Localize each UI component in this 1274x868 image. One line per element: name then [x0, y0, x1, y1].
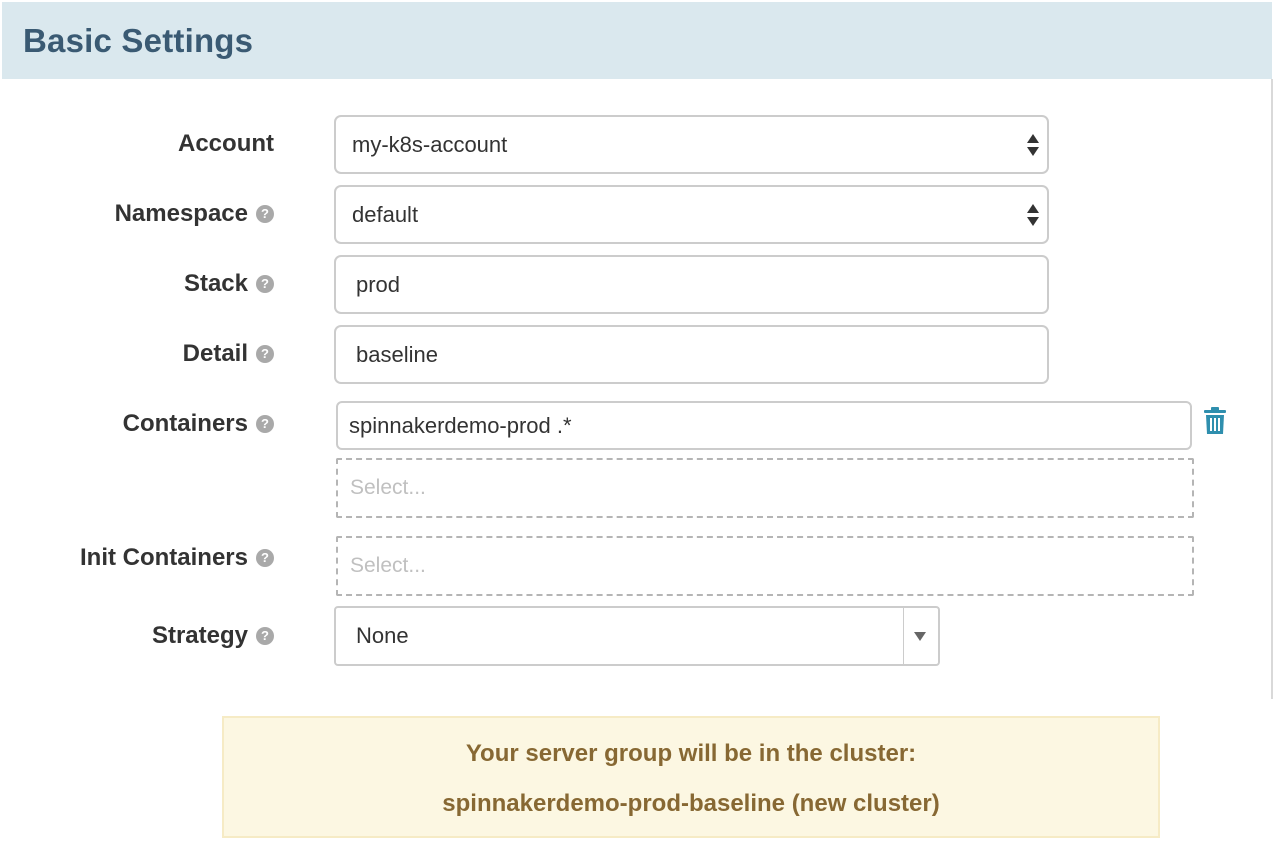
namespace-select-value: default — [352, 201, 419, 227]
help-icon[interactable]: ? — [256, 275, 274, 293]
panel-border — [1271, 79, 1273, 699]
select-arrows-icon — [1027, 203, 1039, 226]
account-select[interactable]: my-k8s-account — [334, 115, 1049, 174]
detail-input-value: baseline — [356, 341, 438, 367]
help-icon[interactable]: ? — [256, 627, 274, 645]
account-select-value: my-k8s-account — [352, 131, 508, 157]
init-containers-label: Init Containers ? — [80, 543, 274, 573]
strategy-select-value: None — [356, 623, 409, 648]
stack-input-value: prod — [356, 271, 401, 297]
strategy-label-text: Strategy — [151, 622, 248, 649]
init-containers-select[interactable]: Select... — [336, 536, 1194, 596]
chevron-down-icon[interactable] — [914, 632, 926, 641]
namespace-label-text: Namespace — [114, 200, 248, 227]
detail-label: Detail ? — [183, 339, 274, 369]
strategy-select[interactable]: None — [334, 606, 940, 666]
containers-label-text: Containers — [122, 410, 248, 437]
account-label-text: Account — [178, 130, 274, 157]
init-containers-label-text: Init Containers — [79, 544, 248, 571]
detail-input[interactable]: baseline — [334, 325, 1049, 384]
stack-input[interactable]: prod — [334, 255, 1049, 314]
select-arrows-icon — [1027, 133, 1039, 156]
namespace-select[interactable]: default — [334, 185, 1049, 244]
help-icon[interactable]: ? — [256, 205, 274, 223]
cluster-notice-title: Your server group will be in the cluster… — [465, 740, 917, 767]
containers-select[interactable]: Select... — [336, 458, 1194, 518]
containers-label: Containers ? — [123, 409, 274, 439]
section-title: Basic Settings — [23, 22, 254, 59]
account-label: Account — [178, 129, 274, 159]
cluster-notice: Your server group will be in the cluster… — [222, 716, 1160, 838]
dropdown-divider — [903, 608, 904, 664]
namespace-label: Namespace ? — [115, 199, 274, 229]
stack-label: Stack ? — [184, 269, 274, 299]
help-icon[interactable]: ? — [256, 549, 274, 567]
strategy-label: Strategy ? — [152, 621, 274, 651]
help-icon[interactable]: ? — [256, 345, 274, 363]
section-header: Basic Settings — [2, 2, 1272, 79]
detail-label-text: Detail — [182, 340, 248, 367]
help-icon[interactable]: ? — [256, 415, 274, 433]
containers-select-placeholder: Select... — [350, 476, 426, 499]
stack-label-text: Stack — [183, 270, 248, 297]
cluster-name: spinnakerdemo-prod-baseline (new cluster… — [442, 790, 940, 817]
container-image-value: spinnakerdemo-prod .* — [349, 412, 572, 438]
trash-icon[interactable] — [1203, 407, 1227, 435]
init-containers-placeholder: Select... — [350, 554, 426, 577]
container-image-input[interactable]: spinnakerdemo-prod .* — [336, 401, 1192, 450]
